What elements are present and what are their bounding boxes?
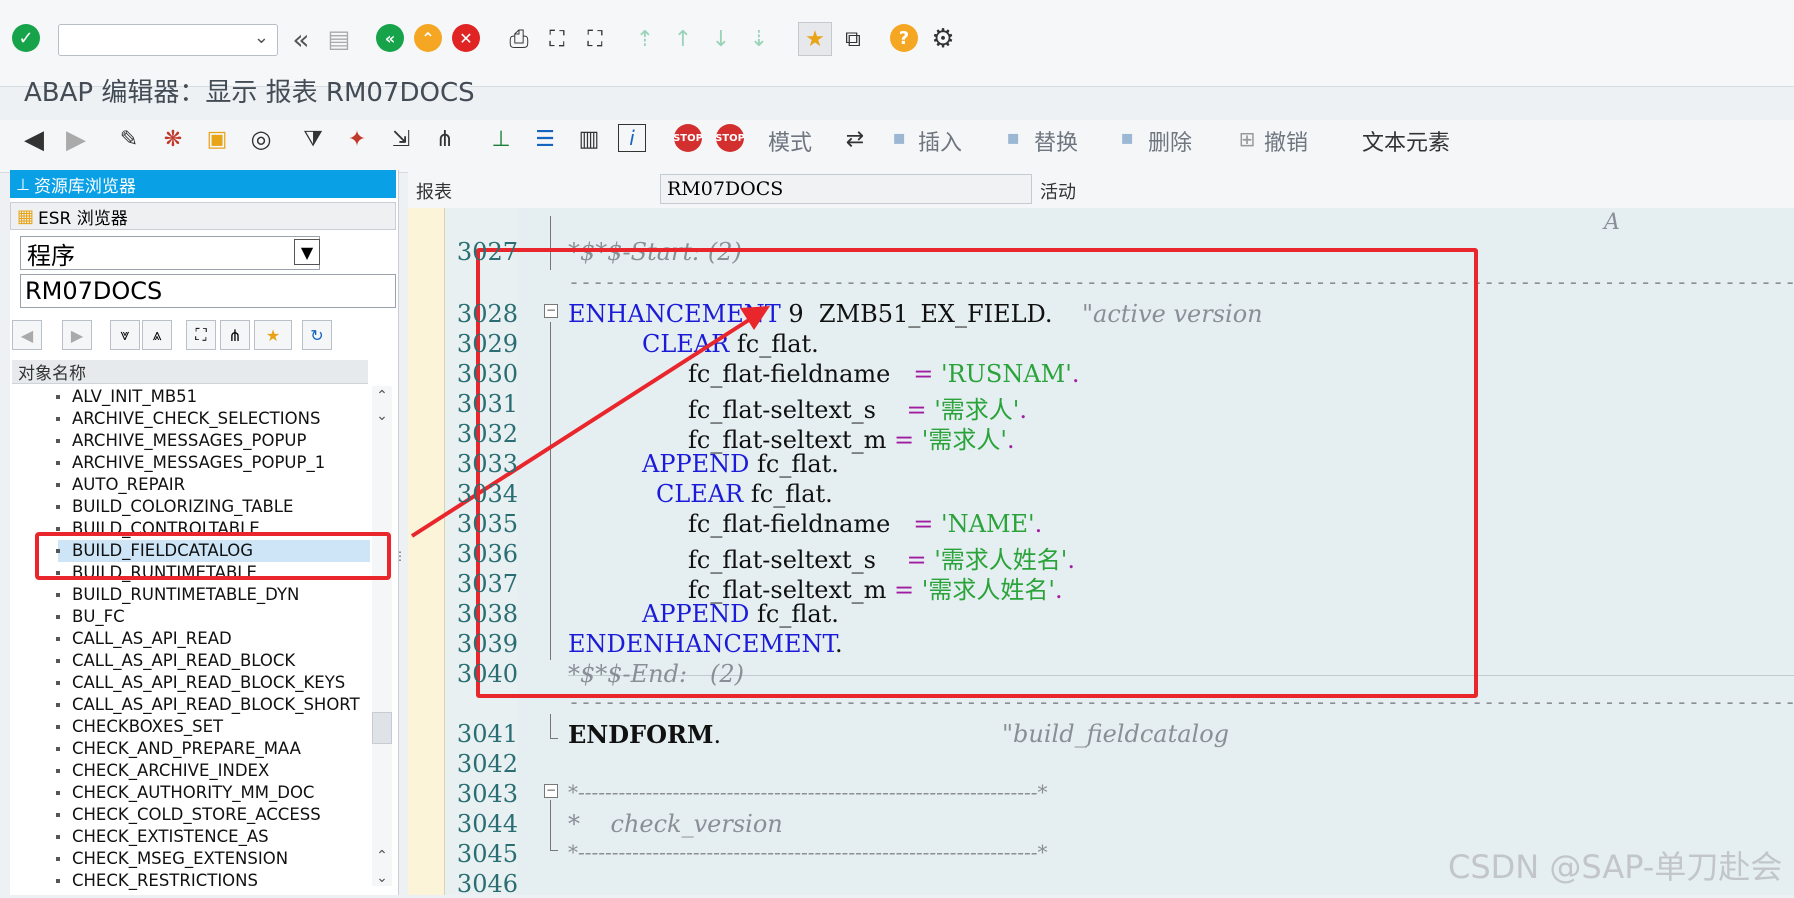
line-number: 3039 (456, 630, 518, 658)
line-number: 3030 (456, 360, 518, 388)
line-number: 3045 (456, 840, 518, 868)
line-number: 3043 (456, 780, 518, 808)
line-number: 3037 (456, 570, 518, 598)
line-number: 3028 (456, 300, 518, 328)
line-number: 3044 (456, 810, 518, 838)
line-number: 3046 (456, 870, 518, 898)
line-number: 3042 (456, 750, 518, 778)
line-number: 3034 (456, 480, 518, 508)
line-number: 3033 (456, 450, 518, 478)
line-number: 3029 (456, 330, 518, 358)
line-number: 3041 (456, 720, 518, 748)
line-number: 3040 (456, 660, 518, 688)
line-number: 3031 (456, 390, 518, 418)
line-number: 3038 (456, 600, 518, 628)
line-number: 3036 (456, 540, 518, 568)
watermark: CSDN @SAP-单刀赴会 (1448, 848, 1783, 886)
annotation-arrow (410, 306, 770, 538)
line-number: 3027 (456, 238, 518, 266)
line-number: 3035 (456, 510, 518, 538)
line-number: 3032 (456, 420, 518, 448)
